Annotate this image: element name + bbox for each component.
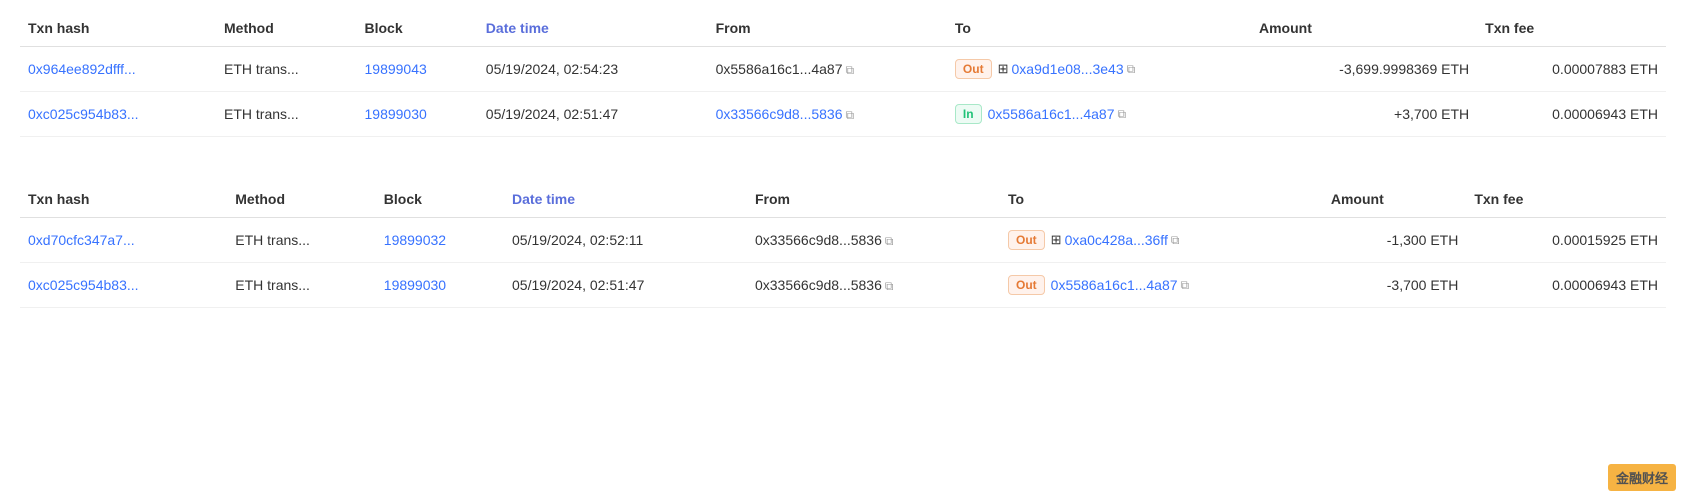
from-cell: 0x5586a16c1...4a87⧉ [708,47,947,92]
table-section-2: Txn hashMethodBlockDate timeFromToAmount… [20,181,1666,308]
main-container: Txn hashMethodBlockDate timeFromToAmount… [0,0,1686,338]
direction-badge: Out [1008,275,1045,295]
method-cell: ETH trans... [216,47,356,92]
block-link[interactable]: 19899043 [365,61,427,77]
table-row: 0xc025c954b83... ETH trans... 19899030 05/1… [20,92,1666,137]
contract-icon: ⊞ [998,61,1009,77]
block-header: Block [376,181,504,218]
txnfee-header: Txn fee [1477,10,1666,47]
from-cell: 0x33566c9d8...5836⧉ [708,92,947,137]
from-copy-icon[interactable]: ⧉ [885,234,894,249]
direction-badge: Out [1008,230,1045,250]
to-address[interactable]: 0x5586a16c1...4a87 [1051,277,1178,293]
to-copy-icon[interactable]: ⧉ [1181,278,1190,293]
amount-value: +3,700 ETH [1394,106,1469,122]
amount-cell: -3,699.9998369 ETH [1251,47,1477,92]
to-cell: Out 0x5586a16c1...4a87⧉ [1000,263,1323,308]
from-address: 0x33566c9d8...5836 [755,232,882,248]
to-header: To [1000,181,1323,218]
to-copy-icon[interactable]: ⧉ [1127,62,1136,77]
block-cell: 19899030 [376,263,504,308]
from-header: From [708,10,947,47]
contract-icon: ⊞ [1051,232,1062,248]
datetime-header: Date time [504,181,747,218]
amount-header: Amount [1323,181,1466,218]
from-address: 0x5586a16c1...4a87 [716,61,843,77]
method-cell: ETH trans... [227,263,376,308]
datetime-header: Date time [478,10,708,47]
amount-header: Amount [1251,10,1477,47]
from-copy-icon[interactable]: ⧉ [846,108,855,123]
table-row: 0xd70cfc347a7... ETH trans... 19899032 05/1… [20,218,1666,263]
amount-cell: -1,300 ETH [1323,218,1466,263]
from-cell: 0x33566c9d8...5836⧉ [747,263,1000,308]
block-cell: 19899030 [357,92,478,137]
to-cell: Out ⊞0xa9d1e08...3e43⧉ [947,47,1251,92]
amount-value: -3,700 ETH [1387,277,1459,293]
to-cell: Out ⊞0xa0c428a...36ff⧉ [1000,218,1323,263]
to-address[interactable]: 0xa9d1e08...3e43 [1012,61,1124,77]
direction-badge: In [955,104,982,124]
txn-hash-cell: 0xd70cfc347a7... [20,218,227,263]
from-copy-icon[interactable]: ⧉ [846,63,855,78]
block-link[interactable]: 19899030 [365,106,427,122]
txn-hash-link[interactable]: 0x964ee892dfff... [28,61,136,77]
to-header: To [947,10,1251,47]
datetime-cell: 05/19/2024, 02:52:11 [504,218,747,263]
datetime-cell: 05/19/2024, 02:54:23 [478,47,708,92]
txn-hash-header: Txn hash [20,10,216,47]
txn-hash-header: Txn hash [20,181,227,218]
method-cell: ETH trans... [216,92,356,137]
txn-fee-cell: 0.00006943 ETH [1477,92,1666,137]
txn-hash-link[interactable]: 0xd70cfc347a7... [28,232,135,248]
from-copy-icon[interactable]: ⧉ [885,279,894,294]
method-header: Method [227,181,376,218]
block-link[interactable]: 19899030 [384,277,446,293]
from-header: From [747,181,1000,218]
txn-hash-cell: 0xc025c954b83... [20,263,227,308]
txn-hash-cell: 0x964ee892dfff... [20,47,216,92]
txn-hash-cell: 0xc025c954b83... [20,92,216,137]
from-address[interactable]: 0x33566c9d8...5836 [716,106,843,122]
table-section-1: Txn hashMethodBlockDate timeFromToAmount… [20,10,1666,137]
amount-value: -3,699.9998369 ETH [1339,61,1469,77]
method-cell: ETH trans... [227,218,376,263]
txn-hash-link[interactable]: 0xc025c954b83... [28,277,139,293]
table-row: 0x964ee892dfff... ETH trans... 19899043 05/… [20,47,1666,92]
txn-fee-cell: 0.00015925 ETH [1466,218,1666,263]
txn-hash-link[interactable]: 0xc025c954b83... [28,106,139,122]
to-address[interactable]: 0x5586a16c1...4a87 [988,106,1115,122]
watermark: 金融财经 [1608,464,1676,491]
datetime-cell: 05/19/2024, 02:51:47 [504,263,747,308]
txnfee-header: Txn fee [1466,181,1666,218]
to-copy-icon[interactable]: ⧉ [1117,107,1126,122]
transactions-table-1: Txn hashMethodBlockDate timeFromToAmount… [20,10,1666,137]
block-link[interactable]: 19899032 [384,232,446,248]
txn-fee-cell: 0.00006943 ETH [1466,263,1666,308]
block-header: Block [357,10,478,47]
method-header: Method [216,10,356,47]
to-cell: In 0x5586a16c1...4a87⧉ [947,92,1251,137]
amount-cell: +3,700 ETH [1251,92,1477,137]
datetime-cell: 05/19/2024, 02:51:47 [478,92,708,137]
table-row: 0xc025c954b83... ETH trans... 19899030 05/1… [20,263,1666,308]
to-address[interactable]: 0xa0c428a...36ff [1065,232,1168,248]
transactions-table-2: Txn hashMethodBlockDate timeFromToAmount… [20,181,1666,308]
direction-badge: Out [955,59,992,79]
block-cell: 19899032 [376,218,504,263]
from-address: 0x33566c9d8...5836 [755,277,882,293]
amount-cell: -3,700 ETH [1323,263,1466,308]
txn-fee-cell: 0.00007883 ETH [1477,47,1666,92]
block-cell: 19899043 [357,47,478,92]
from-cell: 0x33566c9d8...5836⧉ [747,218,1000,263]
to-copy-icon[interactable]: ⧉ [1171,233,1180,248]
amount-value: -1,300 ETH [1387,232,1459,248]
